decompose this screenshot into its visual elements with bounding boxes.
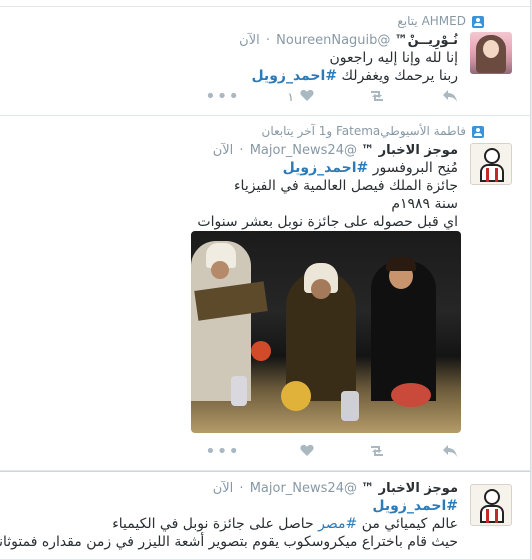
retweet-icon[interactable]: [368, 89, 386, 103]
user-handle[interactable]: @NoureenNaguib: [276, 33, 390, 48]
tweet-text: مُنِح البروفسور: [372, 160, 458, 176]
tweet-text-line: جائزة الملك فيصل العالمية في الفيزياء: [233, 178, 458, 194]
tweet-time[interactable]: الآن: [213, 481, 234, 496]
tweet-actions: ١ •••: [0, 86, 530, 109]
tweet-card[interactable]: فاطمة الأسيوطيFatema و1 آخر يتابعان موجز…: [0, 116, 530, 471]
tweet-text: عالم كيميائي من: [361, 516, 458, 532]
hashtag-link[interactable]: #مصر: [318, 516, 357, 532]
tweet-time[interactable]: الآن: [239, 33, 260, 48]
person-icon: [472, 126, 484, 138]
tweet-text: حاصل على جائزة نوبل في الكيمياء: [112, 516, 314, 532]
tweet-text-line: عالم كيميائي من #مصر حاصل على جائزة نوبل…: [112, 516, 458, 532]
tweet-text-line: إنا لله وإنا إليه راجعون: [329, 50, 458, 66]
hashtag-link[interactable]: #احمد_زويل: [251, 68, 337, 84]
hashtag-link[interactable]: #احمد_زويل: [283, 160, 369, 176]
tweet-context[interactable]: AHMED يتابع: [397, 14, 466, 28]
tweet-context[interactable]: فاطمة الأسيوطيFatema و1 آخر يتابعان: [262, 124, 467, 138]
avatar[interactable]: [470, 143, 512, 185]
like-count: ١: [287, 90, 294, 104]
tweet-card[interactable]: AHMED يتابع نُـوْرِيــنْ™ @NoureenNaguib…: [0, 0, 530, 116]
separator-dot: ·: [239, 481, 244, 496]
heart-icon[interactable]: [300, 444, 314, 457]
tweet-actions: •••: [0, 441, 530, 464]
tweet-header: نُـوْرِيــنْ™ @NoureenNaguib · الآن: [239, 33, 458, 48]
hashtag-link[interactable]: #احمد_زويل: [372, 498, 458, 514]
avatar[interactable]: [470, 32, 512, 74]
tweet-text-line: ربنا يرحمك ويغفرلك #احمد_زويل: [251, 68, 458, 84]
user-name[interactable]: نُـوْرِيــنْ™: [395, 33, 458, 48]
more-icon[interactable]: •••: [205, 441, 240, 462]
tweet-time[interactable]: الآن: [213, 143, 234, 158]
tweet-card[interactable]: موجز الاخبار ™ @Major_News24 · الآن #احم…: [0, 471, 530, 560]
heart-icon[interactable]: [300, 89, 314, 102]
tweet-text-line: مُنِح البروفسور #احمد_زويل: [283, 160, 458, 176]
tweet-text: ربنا يرحمك ويغفرلك: [341, 68, 459, 84]
tweet-text-line: حيث قام باختراع ميكروسكوب يقوم بتصوير أش…: [0, 534, 458, 550]
tweet-text-line: اي قبل حصوله على جائزة نوبل بعشر سنوات: [197, 214, 458, 230]
user-handle[interactable]: @Major_News24: [250, 143, 357, 158]
avatar[interactable]: [470, 484, 512, 526]
separator-dot: ·: [239, 143, 244, 158]
tweet-text-line: سنة ١٩٨٩م: [391, 196, 458, 212]
retweet-icon[interactable]: [368, 444, 386, 458]
tweet-photo[interactable]: [191, 231, 461, 433]
tweet-text-line: #احمد_زويل: [372, 498, 458, 514]
user-name[interactable]: موجز الاخبار ™: [361, 143, 458, 158]
reply-icon[interactable]: [442, 444, 458, 458]
timeline: AHMED يتابع نُـوْرِيــنْ™ @NoureenNaguib…: [0, 0, 531, 560]
user-name[interactable]: موجز الاخبار ™: [361, 481, 458, 496]
person-icon: [472, 16, 484, 28]
reply-icon[interactable]: [442, 89, 458, 103]
tweet-header: موجز الاخبار ™ @Major_News24 · الآن: [213, 481, 458, 496]
separator-dot: ·: [265, 33, 271, 48]
more-icon[interactable]: •••: [205, 86, 240, 107]
tweet-header: موجز الاخبار ™ @Major_News24 · الآن: [213, 143, 458, 158]
user-handle[interactable]: @Major_News24: [250, 481, 357, 496]
